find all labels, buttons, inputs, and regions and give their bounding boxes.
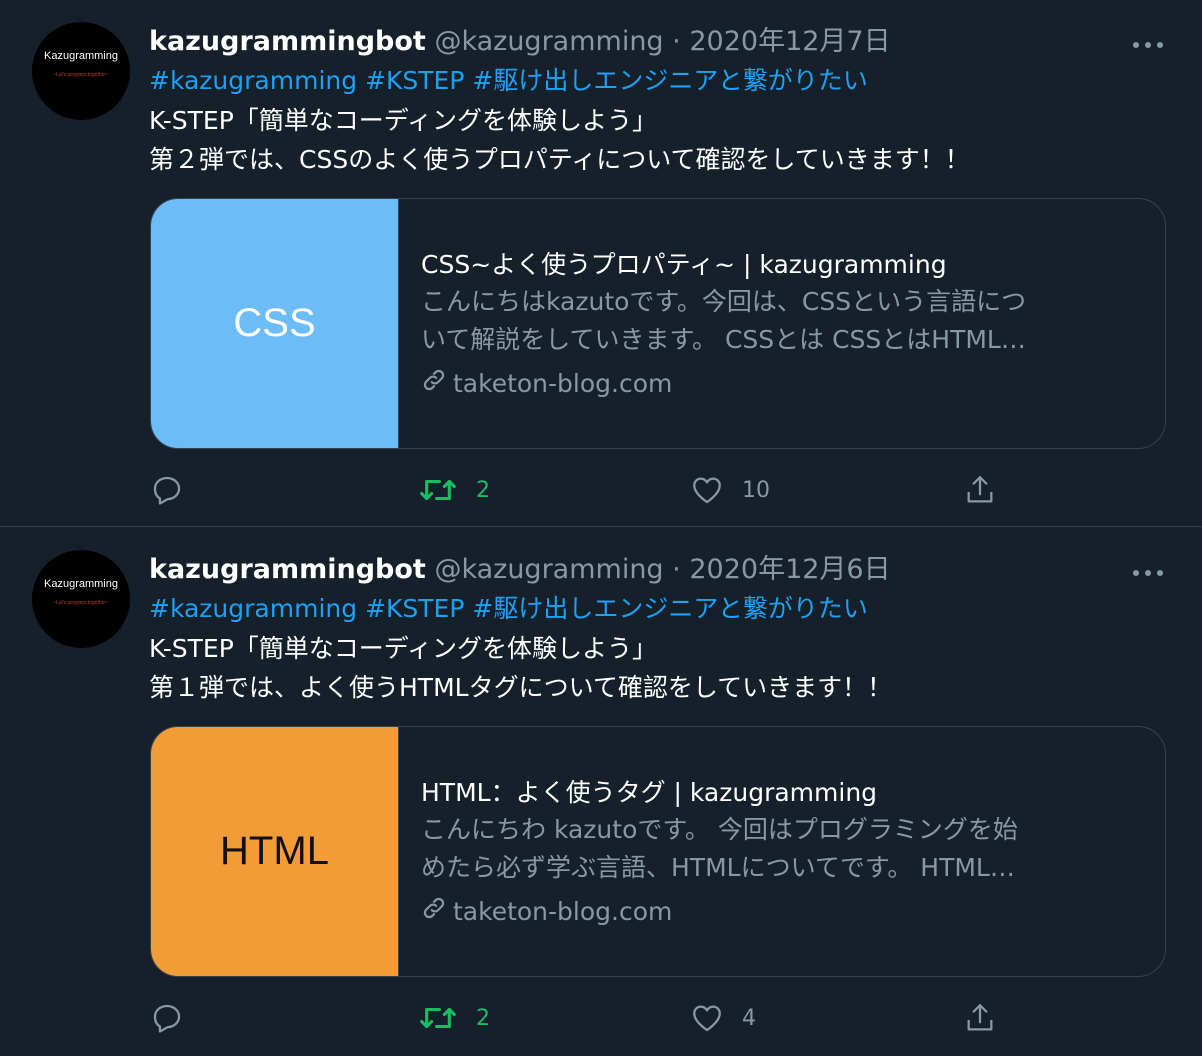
card-description-line: こんにちはkazutoです。今回は、CSSという言語につ	[421, 287, 1027, 316]
retweet-button[interactable]: 2	[418, 470, 490, 510]
handle[interactable]: @kazugramming	[434, 554, 663, 585]
avatar-tagline: ~Let's program together~	[53, 600, 109, 606]
retweet-icon	[418, 1001, 458, 1035]
link-card[interactable]: CSS CSS~よく使うプロパティ~ | kazugramming こんにちはk…	[150, 198, 1166, 449]
card-title: HTML：よく使うタグ | kazugramming	[421, 778, 878, 807]
separator: ·	[672, 26, 681, 57]
card-title: CSS~よく使うプロパティ~ | kazugramming	[421, 250, 947, 279]
card-thumbnail-text: HTML	[220, 829, 329, 873]
tweet-actions: 2 4	[150, 998, 1010, 1038]
card-description: こんにちはkazutoです。今回は、CSSという言語につ いて解説をしていきます…	[421, 283, 1141, 359]
share-button[interactable]	[963, 470, 997, 510]
separator: ·	[672, 554, 681, 585]
reply-button[interactable]	[150, 998, 184, 1038]
retweet-icon	[418, 473, 458, 507]
link-icon	[421, 367, 453, 399]
retweet-button[interactable]: 2	[418, 998, 490, 1038]
card-thumbnail-text: CSS	[233, 301, 316, 345]
hashtag-link[interactable]: #kazugramming	[149, 594, 357, 623]
tweet-text-line: K-STEP「簡単なコーディングを体験しよう」	[149, 634, 658, 663]
avatar-logo-text: Kazugramming	[44, 50, 118, 62]
card-thumbnail: HTML	[151, 727, 399, 976]
tweet-text-line: 第２弾では、CSSのよく使うプロパティについて確認をしていきます！！	[149, 145, 970, 174]
tweet[interactable]: Kazugramming ~Let's program together~ ka…	[0, 528, 1202, 1055]
link-card[interactable]: HTML HTML：よく使うタグ | kazugramming こんにちわ ka…	[150, 726, 1166, 977]
link-icon	[421, 895, 453, 927]
tweet-text-line: 第１弾では、よく使うHTMLタグについて確認をしていきます！！	[149, 673, 893, 702]
share-icon	[963, 1001, 997, 1035]
card-description-line: いて解説をしていきます。 CSSとは CSSとはHTML…	[421, 325, 1026, 354]
display-name[interactable]: kazugrammingbot	[149, 26, 426, 57]
ellipsis-icon[interactable]	[1130, 564, 1166, 576]
tweet-text-line: K-STEP「簡単なコーディングを体験しよう」	[149, 106, 658, 135]
card-description-line: こんにちわ kazutoです。 今回はプログラミングを始	[421, 815, 1018, 844]
tweet-header: kazugrammingbot @kazugramming · 2020年12月…	[149, 24, 891, 60]
hashtag-link[interactable]: #KSTEP	[365, 594, 464, 623]
tweet[interactable]: Kazugramming ~Let's program together~ ka…	[0, 0, 1202, 527]
heart-icon	[690, 1001, 724, 1035]
reply-icon	[150, 473, 184, 507]
card-domain-text: taketon-blog.com	[453, 368, 673, 398]
heart-icon	[690, 473, 724, 507]
tweet-actions: 2 10	[150, 470, 1010, 510]
like-button[interactable]: 10	[690, 470, 770, 510]
timestamp[interactable]: 2020年12月7日	[689, 26, 890, 57]
card-domain-text: taketon-blog.com	[453, 896, 673, 926]
hashtag-link[interactable]: #kazugramming	[149, 66, 357, 95]
avatar[interactable]: Kazugramming ~Let's program together~	[32, 22, 130, 120]
hashtags: #kazugramming #KSTEP #駆け出しエンジニアと繋がりたい	[149, 590, 868, 628]
retweet-count: 2	[476, 477, 490, 503]
card-description-line: めたら必ず学ぶ言語、HTMLについてです。 HTML…	[421, 853, 1015, 882]
hashtag-link[interactable]: #駆け出しエンジニアと繋がりたい	[472, 594, 867, 623]
ellipsis-icon[interactable]	[1130, 36, 1166, 48]
hashtags: #kazugramming #KSTEP #駆け出しエンジニアと繋がりたい	[149, 62, 868, 100]
reply-button[interactable]	[150, 470, 184, 510]
hashtag-link[interactable]: #駆け出しエンジニアと繋がりたい	[472, 66, 867, 95]
display-name[interactable]: kazugrammingbot	[149, 554, 426, 585]
avatar-logo-text: Kazugramming	[44, 578, 118, 590]
like-count: 4	[742, 1005, 756, 1031]
reply-icon	[150, 1001, 184, 1035]
timestamp[interactable]: 2020年12月6日	[689, 554, 890, 585]
card-description: こんにちわ kazutoです。 今回はプログラミングを始 めたら必ず学ぶ言語、H…	[421, 811, 1141, 887]
handle[interactable]: @kazugramming	[434, 26, 663, 57]
tweet-feed: Kazugramming ~Let's program together~ ka…	[0, 0, 1202, 1056]
avatar-tagline: ~Let's program together~	[53, 72, 109, 78]
like-button[interactable]: 4	[690, 998, 756, 1038]
card-domain: taketon-blog.com	[421, 895, 672, 927]
avatar[interactable]: Kazugramming ~Let's program together~	[32, 550, 130, 648]
share-icon	[963, 473, 997, 507]
like-count: 10	[742, 477, 770, 503]
share-button[interactable]	[963, 998, 997, 1038]
hashtag-link[interactable]: #KSTEP	[365, 66, 464, 95]
retweet-count: 2	[476, 1005, 490, 1031]
card-thumbnail: CSS	[151, 199, 399, 448]
tweet-header: kazugrammingbot @kazugramming · 2020年12月…	[149, 552, 891, 588]
card-domain: taketon-blog.com	[421, 367, 672, 399]
